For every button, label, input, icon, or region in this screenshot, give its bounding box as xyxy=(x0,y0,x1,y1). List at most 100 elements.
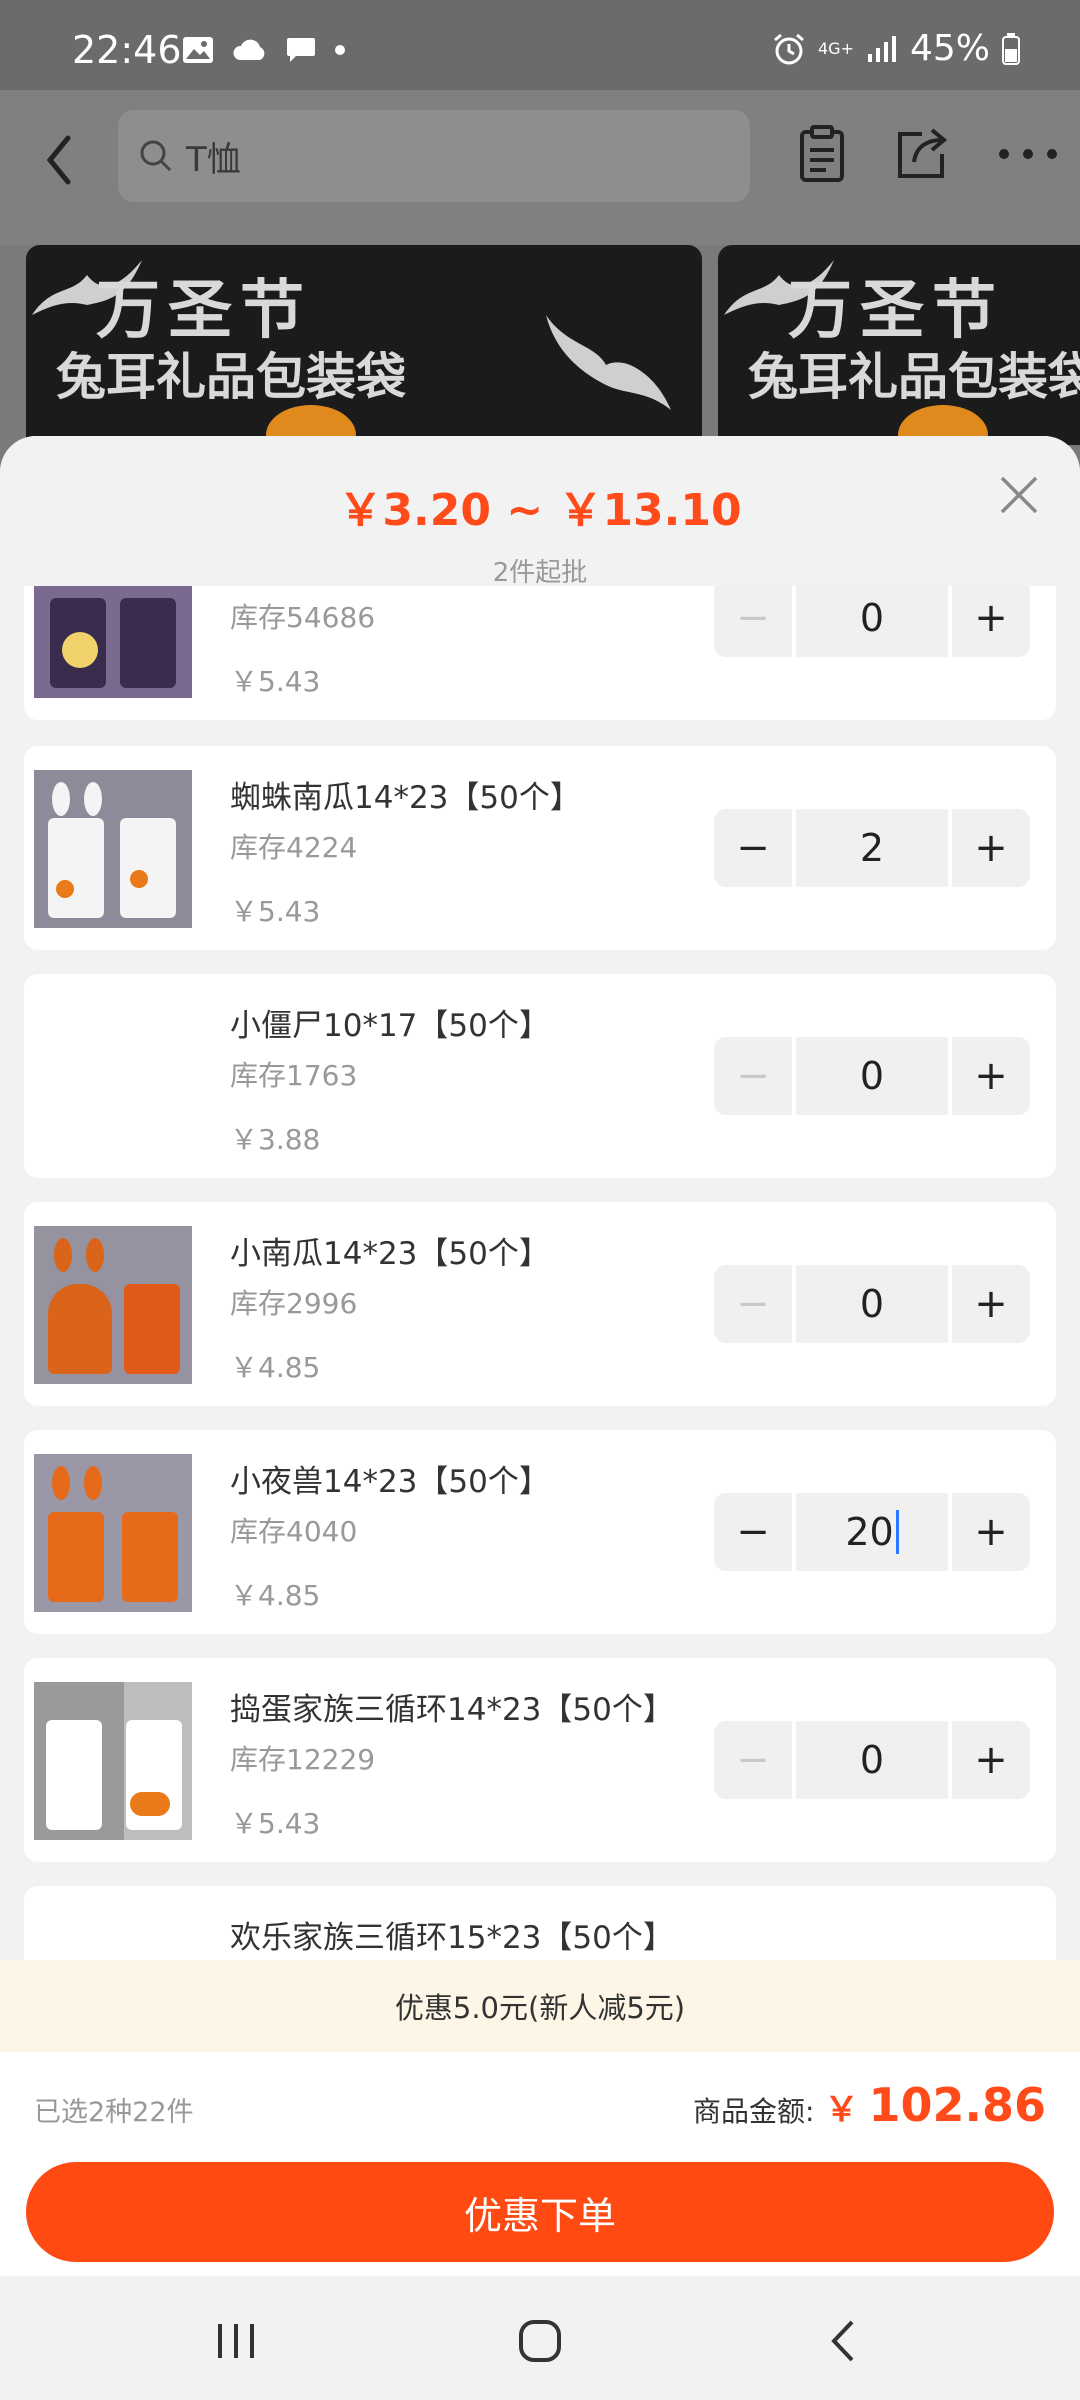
product-name: 小僵尸10*17【50个】 xyxy=(230,1008,550,1044)
bat-icon xyxy=(546,315,671,410)
cloud-icon xyxy=(233,39,265,60)
product-name: 捣蛋家族三循环14*23【50个】 xyxy=(230,1692,674,1728)
selected-summary: 已选2种22件 xyxy=(34,2097,194,2128)
product-thumbnail xyxy=(34,586,192,698)
message-icon xyxy=(287,38,315,62)
price-range: ￥3.20 ~ ￥13.10 xyxy=(338,485,742,536)
increment-button[interactable]: + xyxy=(952,1037,1030,1115)
battery-icon xyxy=(1002,32,1020,65)
increment-button[interactable]: + xyxy=(952,1721,1030,1799)
quantity-stepper: − 20 + xyxy=(714,1493,1030,1571)
increment-button[interactable]: + xyxy=(952,1265,1030,1343)
network-type: 4G+ xyxy=(818,38,854,58)
product-thumbnail xyxy=(34,1682,192,1840)
alarm-icon xyxy=(774,33,804,64)
product-price: ￥4.85 xyxy=(230,1579,321,1612)
quantity-input[interactable]: 0 xyxy=(796,1721,948,1799)
checkout-bar: 已选2种22件 商品金额: ￥ 102.86 优惠下单 xyxy=(0,2052,1080,2276)
product-thumbnail xyxy=(34,770,192,928)
product-stock: 库存2996 xyxy=(230,1287,358,1320)
product-name: 欢乐家族三循环15*23【50个】 xyxy=(230,1920,674,1956)
increment-button[interactable]: + xyxy=(952,809,1030,887)
decrement-button[interactable]: − xyxy=(714,1037,792,1115)
quantity-stepper: − 2 + xyxy=(714,809,1030,887)
signal-icon xyxy=(867,35,896,62)
banner-strip: 万圣节 兔耳礼品包装袋 万圣节 兔耳礼品包装袋 xyxy=(0,245,1080,445)
quantity-input[interactable]: 0 xyxy=(796,1265,948,1343)
back-icon[interactable] xyxy=(814,2316,874,2366)
recent-apps-icon[interactable] xyxy=(206,2316,266,2366)
product-thumbnail xyxy=(34,1226,192,1384)
status-bar: 22:46 4G+ 45% xyxy=(0,0,1080,90)
increment-button[interactable]: + xyxy=(952,586,1030,657)
product-thumbnail xyxy=(34,998,192,1156)
quantity-value: 20 xyxy=(845,1510,894,1554)
back-arrow-icon[interactable] xyxy=(40,130,80,190)
banner-image[interactable]: 万圣节 兔耳礼品包装袋 xyxy=(26,245,702,445)
product-thumbnail xyxy=(34,1454,192,1612)
product-price: ￥5.43 xyxy=(230,1807,321,1840)
decrement-button[interactable]: − xyxy=(714,809,792,887)
product-card: 蜘蛛南瓜14*23【50个】 库存4224 ￥5.43 − 2 + xyxy=(24,746,1056,950)
place-order-button[interactable]: 优惠下单 xyxy=(26,2162,1054,2262)
search-input[interactable]: T恤 xyxy=(118,110,750,202)
total-amount: 商品金额: ￥ 102.86 xyxy=(693,2078,1046,2132)
notification-icons xyxy=(182,36,346,64)
product-stock: 库存4224 xyxy=(230,831,358,864)
promo-banner: 优惠5.0元(新人减5元) xyxy=(0,1960,1080,2052)
product-stock: 库存12229 xyxy=(230,1743,376,1776)
gallery-icon xyxy=(183,37,213,63)
quantity-input[interactable]: 0 xyxy=(796,1037,948,1115)
quantity-input[interactable]: 20 xyxy=(796,1493,948,1571)
quantity-stepper: − 0 + xyxy=(714,1265,1030,1343)
product-card: 小夜兽14*23【50个】 库存4040 ￥4.85 − 20 + xyxy=(24,1430,1056,1634)
status-time: 22:46 xyxy=(72,28,182,72)
status-right: 4G+ 45% xyxy=(772,28,1020,69)
banner-subtitle: 兔耳礼品包装袋 xyxy=(56,348,406,406)
increment-button[interactable]: + xyxy=(952,1493,1030,1571)
more-icon[interactable] xyxy=(996,124,1060,184)
product-name: 小南瓜14*23【50个】 xyxy=(230,1236,550,1272)
text-cursor xyxy=(895,1510,899,1554)
search-placeholder: T恤 xyxy=(186,139,241,180)
total-value: 102.86 xyxy=(868,2078,1046,2132)
battery-percent: 45% xyxy=(909,28,990,69)
decrement-button[interactable]: − xyxy=(714,586,792,657)
decrement-button[interactable]: − xyxy=(714,1721,792,1799)
quantity-input[interactable]: 2 xyxy=(796,809,948,887)
quantity-stepper: − 0 + xyxy=(714,1721,1030,1799)
quantity-stepper: − 0 + xyxy=(714,1037,1030,1115)
currency-symbol: ￥ xyxy=(824,2090,859,2130)
product-stock: 库存54686 xyxy=(230,601,376,634)
product-card: 捣蛋家族三循环14*23【50个】 库存12229 ￥5.43 − 0 + xyxy=(24,1658,1056,1862)
product-stock: 库存4040 xyxy=(230,1515,358,1548)
product-stock: 库存1763 xyxy=(230,1059,358,1092)
decrement-button[interactable]: − xyxy=(714,1493,792,1571)
banner-subtitle: 兔耳礼品包装袋 xyxy=(748,348,1080,406)
close-icon[interactable] xyxy=(994,470,1044,520)
home-icon[interactable] xyxy=(510,2316,570,2366)
product-card: 小僵尸10*17【50个】 库存1763 ￥3.88 − 0 + xyxy=(24,974,1056,1178)
total-label: 商品金额: xyxy=(693,2095,815,2128)
share-icon[interactable] xyxy=(892,124,952,184)
search-icon xyxy=(140,140,172,172)
product-list[interactable]: 库存54686 ￥5.43 − 0 + 蜘蛛南瓜14*23【50个】 库存422… xyxy=(0,586,1080,1960)
sku-sheet: ￥3.20 ~ ￥13.10 2件起批 库存54686 ￥5.43 − 0 + xyxy=(0,436,1080,2276)
product-card: 库存54686 ￥5.43 − 0 + xyxy=(24,586,1056,720)
clipboard-icon[interactable] xyxy=(792,124,852,184)
product-card: 小南瓜14*23【50个】 库存2996 ￥4.85 − 0 + xyxy=(24,1202,1056,1406)
product-price: ￥5.43 xyxy=(230,665,321,698)
app-bar: T恤 xyxy=(0,90,1080,245)
product-name: 蜘蛛南瓜14*23【50个】 xyxy=(230,780,581,816)
product-card: 欢乐家族三循环15*23【50个】 xyxy=(24,1886,1056,1960)
product-price: ￥3.88 xyxy=(230,1123,321,1156)
sheet-header: ￥3.20 ~ ￥13.10 2件起批 xyxy=(0,436,1080,588)
system-nav-bar xyxy=(0,2276,1080,2400)
decrement-button[interactable]: − xyxy=(714,1265,792,1343)
dot-icon xyxy=(335,45,345,55)
product-price: ￥4.85 xyxy=(230,1351,321,1384)
banner-image[interactable]: 万圣节 兔耳礼品包装袋 xyxy=(718,245,1080,445)
product-price: ￥5.43 xyxy=(230,895,321,928)
quantity-input[interactable]: 0 xyxy=(796,586,948,657)
quantity-stepper: − 0 + xyxy=(714,586,1030,657)
